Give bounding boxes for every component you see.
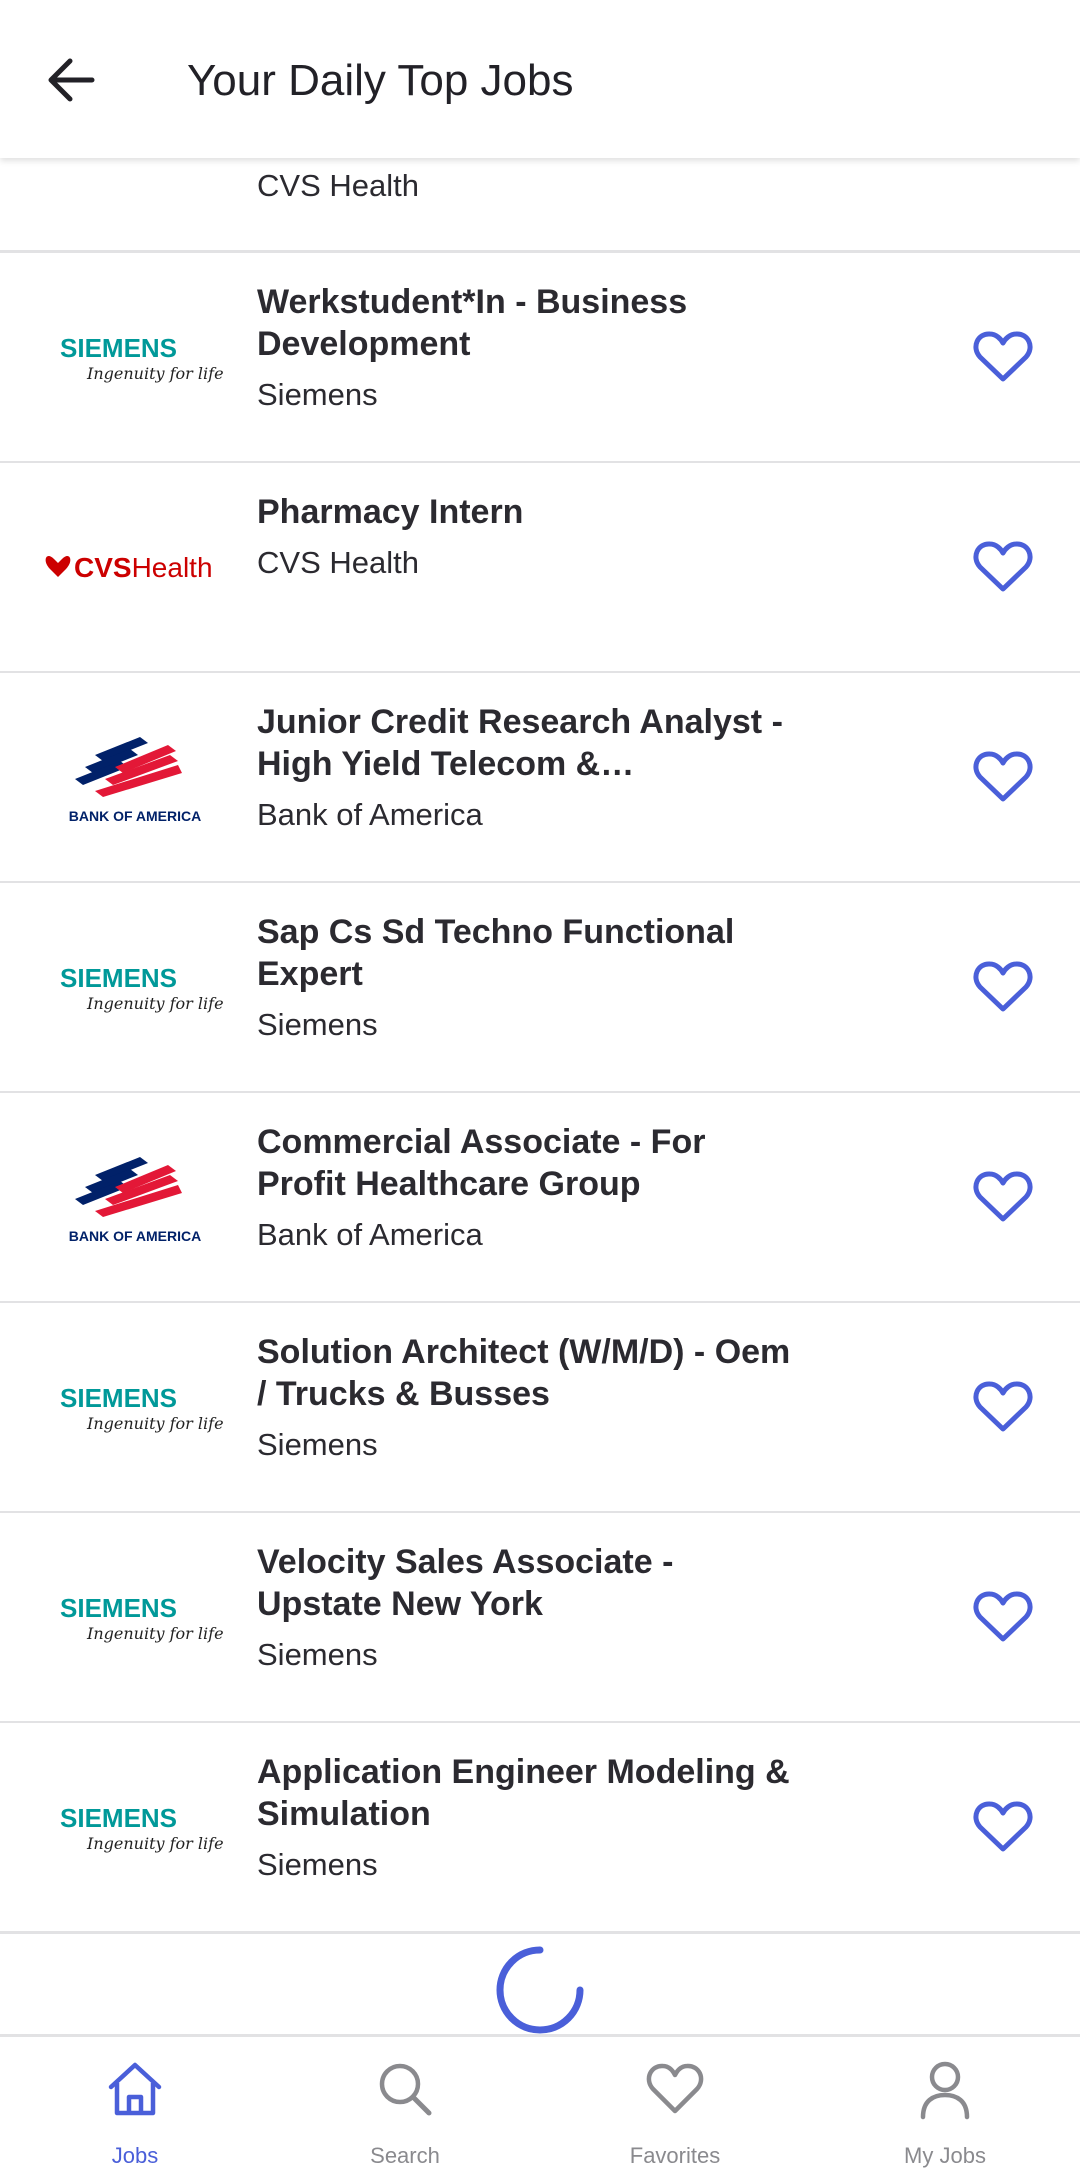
tab-my-jobs[interactable]: My Jobs <box>810 2037 1080 2174</box>
job-row[interactable]: SIEMENS Ingenuity for life Werkstudent*In … <box>0 253 1080 464</box>
logo-wordmark: SIEMENS <box>60 1383 177 1413</box>
tab-label: Search <box>370 2143 440 2168</box>
siemens-logo: SIEMENSIngenuity for life <box>60 1803 224 1853</box>
job-company: Siemens <box>257 377 378 412</box>
job-row[interactable]: SIEMENS Ingenuity for life Solution Archit… <box>0 1303 1080 1514</box>
tab-search[interactable]: Search <box>270 2037 540 2174</box>
job-company: Siemens <box>257 1847 378 1882</box>
favorite-heart-icon[interactable] <box>972 1799 1034 1855</box>
heart-icon <box>646 2063 704 2114</box>
favorite-heart-icon[interactable] <box>972 329 1034 385</box>
job-title: Application Engineer Modeling & Simulati… <box>257 1753 790 1833</box>
logo-wordmark: SIEMENS <box>60 1593 177 1623</box>
logo-wordmark: BANK OF AMERICA <box>69 808 201 824</box>
home-icon <box>108 2062 162 2116</box>
favorite-heart-icon[interactable] <box>972 959 1034 1015</box>
job-row[interactable]: CVSHealth Pharmacy Intern CVS Health <box>0 463 1080 674</box>
job-text: Application Engineer Modeling & Simulati… <box>257 1751 797 1885</box>
job-company: Siemens <box>257 1007 378 1042</box>
loading-spinner <box>496 1946 584 2034</box>
bofa-flag-icon <box>75 1157 182 1217</box>
logo-wordmark: SIEMENS <box>60 333 177 363</box>
job-title: Commercial Associate - For Profit Health… <box>257 1123 706 1203</box>
cvs-health-logo: CVSHealth <box>45 552 213 583</box>
siemens-logo: SIEMENSIngenuity for life <box>60 1593 224 1643</box>
job-company: Siemens <box>257 1427 378 1462</box>
siemens-logo: SIEMENSIngenuity for life <box>60 1383 224 1433</box>
logo-tagline: Ingenuity for life <box>86 364 224 383</box>
job-row[interactable]: SIEMENS Ingenuity for life Application Eng… <box>0 1723 1080 1934</box>
job-title: Sap Cs Sd Techno Functional Expert <box>257 913 735 993</box>
logo-wordmark: SIEMENS <box>60 963 177 993</box>
logo-tagline: Ingenuity for life <box>86 1624 224 1643</box>
job-title: Pharmacy Intern <box>257 493 524 531</box>
job-text: Werkstudent*In - Business Development Sie… <box>257 281 797 415</box>
job-row[interactable]: BANK OF AMERICA Junior Credit Research An… <box>0 673 1080 884</box>
bofa-flag-icon <box>75 737 182 797</box>
job-title: Werkstudent*In - Business Development <box>257 283 688 363</box>
job-row[interactable]: SIEMENS Ingenuity for life Velocity Sales … <box>0 1513 1080 1724</box>
job-title: Junior Credit Research Analyst - High Yi… <box>257 703 783 783</box>
job-text: Junior Credit Research Analyst - High Yi… <box>257 701 797 835</box>
person-icon <box>920 2061 970 2120</box>
bank-of-america-logo: BANK OF AMERICA <box>69 737 201 824</box>
siemens-logo: SIEMENSIngenuity for life <box>60 963 224 1013</box>
back-arrow-icon[interactable] <box>42 50 102 110</box>
tab-label: My Jobs <box>904 2143 986 2168</box>
job-text: Sap Cs Sd Techno Functional Expert Siemen… <box>257 911 797 1045</box>
job-row[interactable]: BANK OF AMERICA Commercial Associate - Fo… <box>0 1093 1080 1304</box>
logo-tagline: Ingenuity for life <box>86 994 224 1013</box>
page-title: Your Daily Top Jobs <box>187 56 574 105</box>
job-text: Solution Architect (W/M/D) - Oem / Truck… <box>257 1331 797 1465</box>
job-row-partial[interactable]: CVS Health <box>0 158 1080 253</box>
siemens-logo: SIEMENSIngenuity for life <box>60 333 224 383</box>
tab-favorites[interactable]: Favorites <box>540 2037 810 2174</box>
bottom-tab-bar: Jobs Search Favorites My Jobs <box>0 2034 1080 2174</box>
job-title: Velocity Sales Associate - Upstate New Y… <box>257 1543 674 1623</box>
job-company: Bank of America <box>257 1217 483 1252</box>
logo-tagline: Ingenuity for life <box>86 1834 224 1853</box>
favorite-heart-icon[interactable] <box>972 1169 1034 1225</box>
job-text: Velocity Sales Associate - Upstate New Y… <box>257 1541 797 1675</box>
tab-label: Jobs <box>111 2143 159 2168</box>
job-row[interactable]: SIEMENS Ingenuity for life Sap Cs Sd Techn… <box>0 883 1080 1094</box>
favorite-heart-icon[interactable] <box>972 539 1034 595</box>
favorite-heart-icon[interactable] <box>972 1589 1034 1645</box>
favorite-heart-icon[interactable] <box>972 1379 1034 1435</box>
favorite-heart-icon[interactable] <box>972 749 1034 805</box>
logo-wordmark: CVSHealth <box>74 552 213 583</box>
job-company: CVS Health <box>257 545 419 580</box>
bank-of-america-logo: BANK OF AMERICA <box>69 1157 201 1244</box>
job-company: Siemens <box>257 1637 378 1672</box>
job-text: Commercial Associate - For Profit Health… <box>257 1121 797 1255</box>
tab-label: Favorites <box>629 2143 721 2168</box>
logo-wordmark: BANK OF AMERICA <box>69 1228 201 1244</box>
search-icon <box>379 2063 432 2116</box>
job-title: Solution Architect (W/M/D) - Oem / Truck… <box>257 1333 791 1413</box>
logo-wordmark: SIEMENS <box>60 1803 177 1833</box>
job-company: CVS Health <box>257 168 419 203</box>
cvs-heart-icon <box>45 556 71 577</box>
app-header: Your Daily Top Jobs <box>0 0 1080 158</box>
job-text: Pharmacy Intern CVS Health <box>257 491 797 583</box>
job-company: Bank of America <box>257 797 483 832</box>
tab-jobs[interactable]: Jobs <box>0 2037 270 2174</box>
logo-tagline: Ingenuity for life <box>86 1414 224 1433</box>
